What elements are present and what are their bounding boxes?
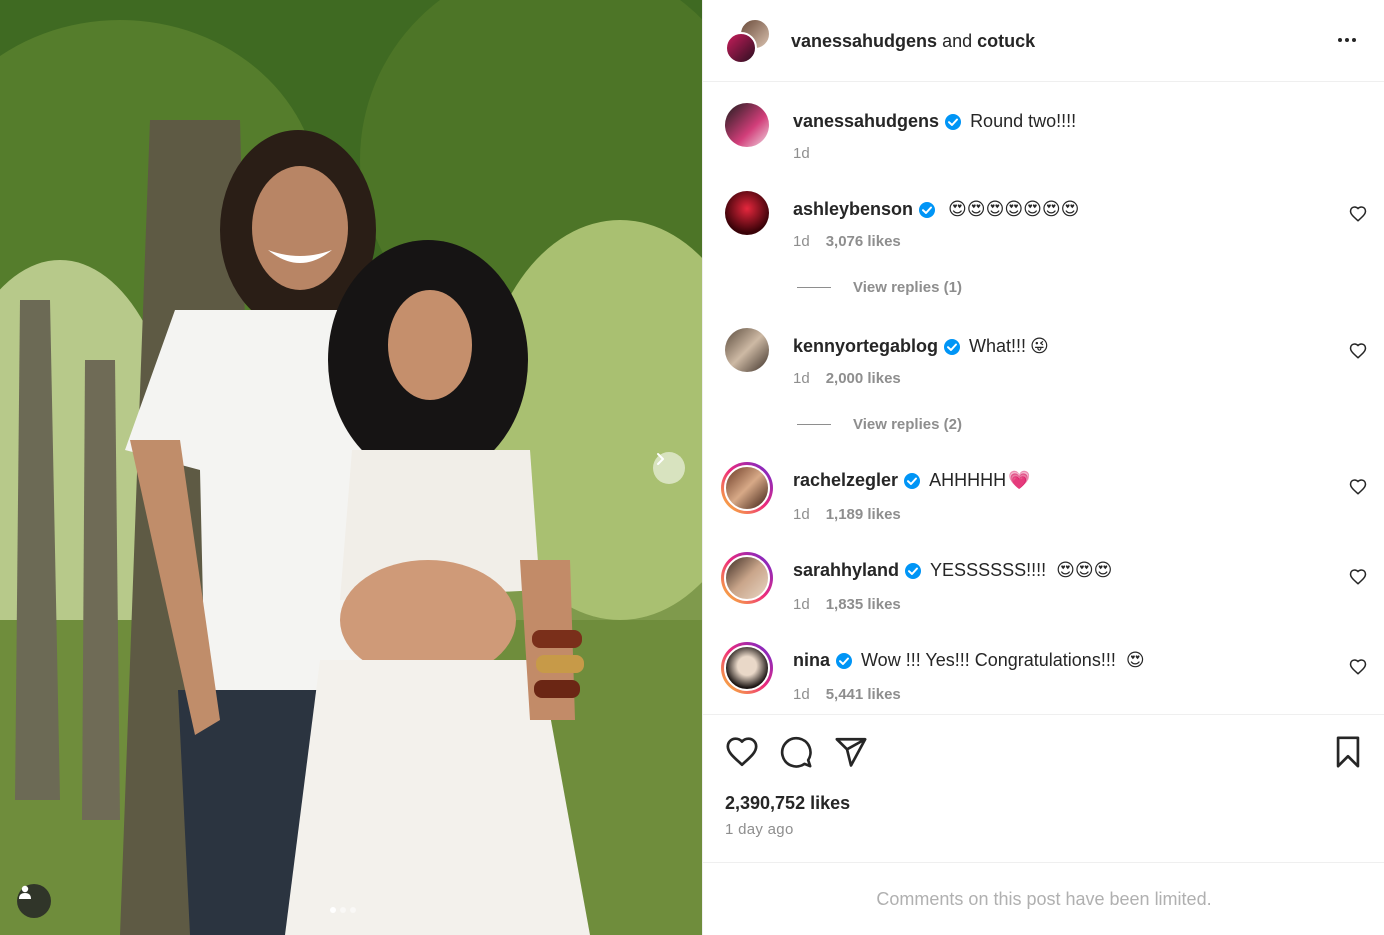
- comment-likes[interactable]: 3,076 likes: [826, 233, 901, 250]
- comments-limited-notice: Comments on this post have been limited.: [703, 862, 1384, 935]
- carousel-dot: [330, 907, 336, 913]
- post-header: vanessahudgens and cotuck: [703, 0, 1384, 82]
- verified-badge-icon: [944, 338, 961, 355]
- action-bar: 2,390,752 likes 1 day ago: [703, 714, 1384, 864]
- verified-badge-icon: [919, 201, 936, 218]
- comment-emoji: 😜: [1030, 336, 1049, 357]
- replies-divider: [797, 287, 831, 288]
- comment-meta: 1d 1,835 likes: [793, 596, 901, 613]
- heart-icon[interactable]: [1349, 658, 1367, 676]
- comment-username[interactable]: kennyortegablog: [793, 336, 938, 357]
- caption-time[interactable]: 1d: [793, 145, 810, 162]
- comment-likes[interactable]: 2,000 likes: [826, 370, 901, 387]
- verified-badge-icon: [904, 472, 921, 489]
- comment-text: AHHHHH: [929, 470, 1007, 490]
- comment-text: YESSSSSS!!!!: [930, 560, 1047, 580]
- comment-line: sarahhyland YESSSSSS!!!! 😍😍😍: [793, 560, 1112, 581]
- view-replies-button[interactable]: View replies (1): [797, 279, 962, 296]
- comment-text: What!!!: [969, 336, 1027, 356]
- post-likes-count[interactable]: 2,390,752 likes: [725, 793, 850, 814]
- avatar: [724, 645, 770, 691]
- comment-emoji: 😍😍😍: [1056, 560, 1113, 581]
- user-icon: [19, 885, 31, 899]
- comment-username[interactable]: rachelzegler: [793, 470, 898, 491]
- comment-line: rachelzegler AHHHHH 💗: [793, 470, 1031, 491]
- comment-line: kennyortegablog What!!! 😜: [793, 336, 1049, 357]
- comment-likes[interactable]: 5,441 likes: [826, 686, 901, 703]
- post-timestamp[interactable]: 1 day ago: [725, 821, 794, 838]
- comment-meta: 1d 3,076 likes: [793, 233, 901, 250]
- more-horizontal-icon: [1338, 38, 1342, 42]
- caption-line: vanessahudgens Round two!!!!: [793, 111, 1076, 132]
- view-replies-label[interactable]: View replies (2): [853, 416, 962, 433]
- comment-time[interactable]: 1d: [793, 506, 810, 523]
- more-dot: [1345, 38, 1349, 42]
- avatar-story-ring[interactable]: [721, 642, 773, 694]
- view-replies-button[interactable]: View replies (2): [797, 416, 962, 433]
- chevron-right-icon: [657, 453, 664, 465]
- tagged-users-button[interactable]: [17, 884, 51, 918]
- caption-meta: 1d: [793, 145, 810, 162]
- paper-plane-icon[interactable]: [834, 735, 868, 769]
- comment-emoji: 💗: [1008, 470, 1031, 491]
- heart-icon[interactable]: [1349, 342, 1367, 360]
- comment-username[interactable]: nina: [793, 650, 830, 671]
- collab-avatars[interactable]: [725, 18, 771, 64]
- author-conjunction: and: [937, 31, 978, 51]
- comment-time[interactable]: 1d: [793, 370, 810, 387]
- heart-icon[interactable]: [1349, 568, 1367, 586]
- comment-meta: 1d 1,189 likes: [793, 506, 901, 523]
- caption-text: Round two!!!!: [970, 111, 1077, 131]
- next-photo-button[interactable]: [653, 452, 685, 484]
- comment-meta: 1d 5,441 likes: [793, 686, 901, 703]
- author-username[interactable]: vanessahudgens: [791, 31, 937, 51]
- avatar-story-ring[interactable]: [721, 462, 773, 514]
- photo-illustration: [0, 0, 702, 935]
- coauthor-username[interactable]: cotuck: [977, 31, 1035, 51]
- comment-emoji: 😍😍😍😍😍😍😍: [948, 199, 1080, 220]
- comment-time[interactable]: 1d: [793, 596, 810, 613]
- heart-icon[interactable]: [1349, 205, 1367, 223]
- comment-username[interactable]: sarahhyland: [793, 560, 899, 581]
- replies-divider: [797, 424, 831, 425]
- like-heart-icon[interactable]: [725, 735, 759, 769]
- comment-time[interactable]: 1d: [793, 233, 810, 250]
- avatar: [725, 32, 757, 64]
- verified-badge-icon: [945, 113, 962, 130]
- post-authors[interactable]: vanessahudgens and cotuck: [791, 31, 1035, 52]
- bookmark-icon[interactable]: [1331, 735, 1365, 769]
- view-replies-label[interactable]: View replies (1): [853, 279, 962, 296]
- post-details-panel: vanessahudgens and cotuck vanessahudgens…: [702, 0, 1384, 935]
- comment-time[interactable]: 1d: [793, 686, 810, 703]
- avatar[interactable]: [725, 191, 769, 235]
- more-dot: [1352, 38, 1356, 42]
- comment-line: ashleybenson 😍😍😍😍😍😍😍: [793, 199, 1079, 220]
- more-options-button[interactable]: [1333, 28, 1361, 52]
- comment-likes[interactable]: 1,189 likes: [826, 506, 901, 523]
- verified-badge-icon: [836, 652, 853, 669]
- comment-username[interactable]: ashleybenson: [793, 199, 913, 220]
- avatar: [724, 465, 770, 511]
- avatar[interactable]: [725, 103, 769, 147]
- post-photo[interactable]: [0, 0, 702, 935]
- avatar[interactable]: [725, 328, 769, 372]
- comment-meta: 1d 2,000 likes: [793, 370, 901, 387]
- verified-badge-icon: [905, 562, 922, 579]
- comment-bubble-icon[interactable]: [779, 735, 813, 769]
- comment-likes[interactable]: 1,835 likes: [826, 596, 901, 613]
- avatar-story-ring[interactable]: [721, 552, 773, 604]
- carousel-dot: [350, 907, 356, 913]
- carousel-indicator: [330, 907, 356, 913]
- avatar: [724, 555, 770, 601]
- heart-icon[interactable]: [1349, 478, 1367, 496]
- caption-username[interactable]: vanessahudgens: [793, 111, 939, 132]
- carousel-dot: [340, 907, 346, 913]
- comment-emoji: 😍: [1125, 650, 1145, 671]
- comment-line: nina Wow !!! Yes!!! Congratulations!!! 😍: [793, 650, 1145, 671]
- comment-text: Wow !!! Yes!!! Congratulations!!!: [861, 650, 1116, 670]
